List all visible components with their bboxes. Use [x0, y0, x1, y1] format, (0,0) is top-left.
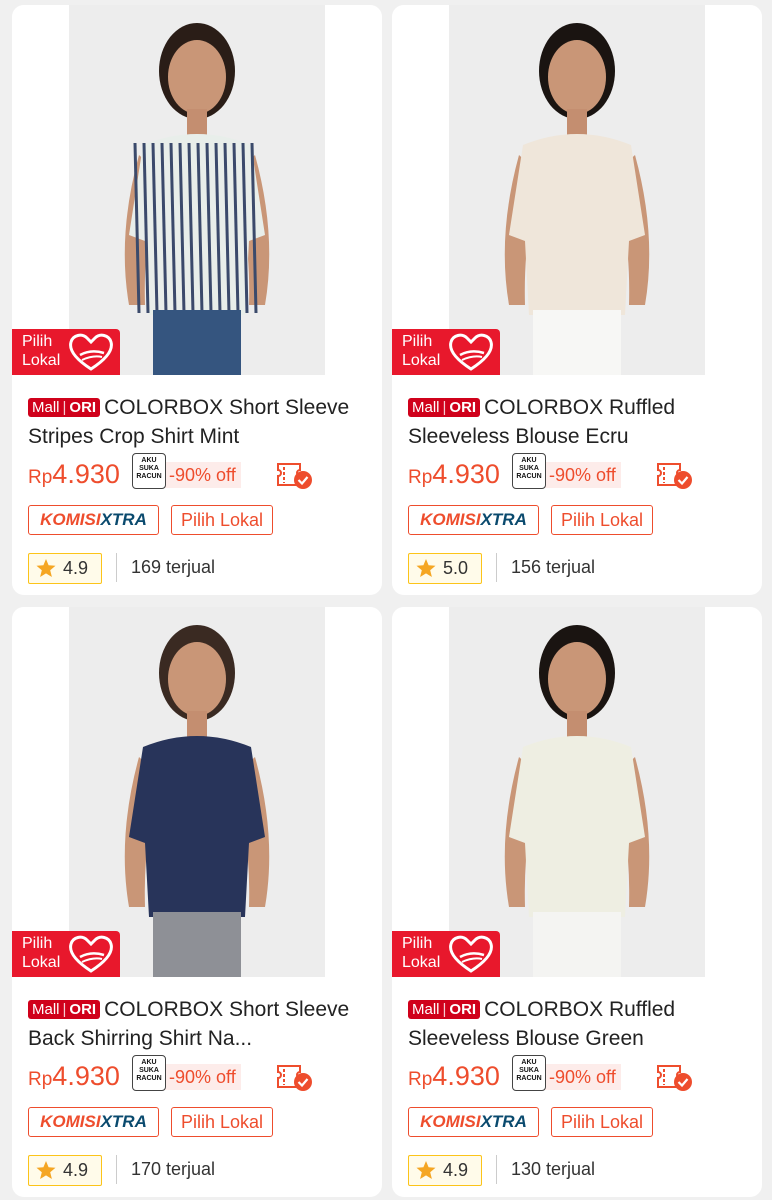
product-photo[interactable] [69, 607, 325, 977]
pilih-lokal-badge: Pilih Lokal [12, 329, 120, 375]
rating-value: 4.9 [443, 1160, 469, 1180]
rating-badge: 4.9 [408, 1155, 482, 1186]
sold-count: 130 terjual [496, 1155, 595, 1184]
product-title[interactable]: Mall | ORI COLORBOX Ruffled Sleeveless Blou… [408, 393, 748, 451]
product-image-area[interactable]: Pilih Lokal [392, 5, 762, 375]
sold-count: 169 terjual [116, 553, 215, 582]
sold-count: 156 terjual [496, 553, 595, 582]
komisi-xtra-tag: KOMISIXTRA [28, 505, 159, 535]
pilih-lokal-badge-text: Pilih Lokal [402, 333, 441, 369]
star-icon [416, 1161, 436, 1179]
rating-value: 5.0 [443, 558, 469, 578]
mall-label: Mall [32, 399, 60, 416]
product-image-area[interactable]: Pilih Lokal [12, 607, 382, 977]
pilih-lokal-badge-text: Pilih Lokal [22, 333, 61, 369]
voucher-icon [657, 463, 692, 489]
sold-count: 170 terjual [116, 1155, 215, 1184]
ori-label: ORI [449, 399, 477, 416]
product-price: Rp4.930 [28, 459, 120, 489]
ori-label: ORI [449, 1001, 477, 1018]
heart-icon [449, 935, 493, 973]
aku-suka-racun-badge: AKU SUKA RACUN [512, 1055, 546, 1091]
product-image-area[interactable]: Pilih Lokal [392, 607, 762, 977]
product-price: Rp4.930 [28, 1061, 120, 1091]
star-icon [36, 1161, 56, 1179]
pilih-lokal-badge: Pilih Lokal [392, 931, 500, 977]
voucher-icon [657, 1065, 692, 1091]
discount-badge: -90% off [164, 462, 241, 488]
heart-icon [69, 935, 113, 973]
pilih-lokal-tag: Pilih Lokal [171, 505, 274, 535]
mall-label: Mall [32, 1001, 60, 1018]
pilih-lokal-tag: Pilih Lokal [551, 505, 654, 535]
star-icon [36, 559, 56, 577]
price-row: Rp4.930 -90% off AKU SUKA RACUN [408, 453, 752, 493]
discount-badge: -90% off [544, 462, 621, 488]
mall-ori-tag: Mall | ORI [408, 1000, 481, 1019]
pilih-lokal-badge-text: Pilih Lokal [402, 935, 441, 971]
rating-badge: 4.9 [28, 1155, 102, 1186]
voucher-icon [277, 1065, 312, 1091]
mall-ori-tag: Mall | ORI [408, 398, 481, 417]
discount-badge: -90% off [544, 1064, 621, 1090]
product-card[interactable]: Pilih Lokal Mall | ORI COLORBOX Ruffled Sle… [392, 607, 762, 1197]
mall-ori-tag: Mall | ORI [28, 398, 101, 417]
discount-badge: -90% off [164, 1064, 241, 1090]
komisi-xtra-tag: KOMISIXTRA [408, 1107, 539, 1137]
aku-suka-racun-badge: AKU SUKA RACUN [132, 1055, 166, 1091]
aku-suka-racun-badge: AKU SUKA RACUN [132, 453, 166, 489]
komisi-xtra-tag: KOMISIXTRA [28, 1107, 159, 1137]
pilih-lokal-badge: Pilih Lokal [392, 329, 500, 375]
rating-badge: 5.0 [408, 553, 482, 584]
pilih-lokal-tag: Pilih Lokal [171, 1107, 274, 1137]
pilih-lokal-badge-text: Pilih Lokal [22, 935, 61, 971]
voucher-icon [277, 463, 312, 489]
aku-suka-racun-badge: AKU SUKA RACUN [512, 453, 546, 489]
ori-label: ORI [69, 399, 97, 416]
product-title[interactable]: Mall | ORI COLORBOX Short Sleeve Back Shirr… [28, 995, 368, 1053]
product-title[interactable]: Mall | ORI COLORBOX Ruffled Sleeveless Blou… [408, 995, 748, 1053]
product-photo[interactable] [449, 607, 705, 977]
product-price: Rp4.930 [408, 459, 500, 489]
product-card[interactable]: Pilih Lokal Mall | ORI COLORBOX Short Sleev… [12, 5, 382, 595]
rating-badge: 4.9 [28, 553, 102, 584]
komisi-xtra-tag: KOMISIXTRA [408, 505, 539, 535]
product-image-area[interactable]: Pilih Lokal [12, 5, 382, 375]
pilih-lokal-badge: Pilih Lokal [12, 931, 120, 977]
product-card[interactable]: Pilih Lokal Mall | ORI COLORBOX Short Sleev… [12, 607, 382, 1197]
mall-ori-tag: Mall | ORI [28, 1000, 101, 1019]
ori-label: ORI [69, 1001, 97, 1018]
heart-icon [69, 333, 113, 371]
star-icon [416, 559, 436, 577]
price-row: Rp4.930 -90% off AKU SUKA RACUN [28, 1055, 372, 1095]
product-card[interactable]: Pilih Lokal Mall | ORI COLORBOX Ruffled Sle… [392, 5, 762, 595]
price-row: Rp4.930 -90% off AKU SUKA RACUN [408, 1055, 752, 1095]
heart-icon [449, 333, 493, 371]
product-price: Rp4.930 [408, 1061, 500, 1091]
pilih-lokal-tag: Pilih Lokal [551, 1107, 654, 1137]
rating-value: 4.9 [63, 1160, 89, 1180]
product-photo[interactable] [449, 5, 705, 375]
product-photo[interactable] [69, 5, 325, 375]
mall-label: Mall [412, 1001, 440, 1018]
product-title[interactable]: Mall | ORI COLORBOX Short Sleeve Stripes Cr… [28, 393, 368, 451]
mall-label: Mall [412, 399, 440, 416]
price-row: Rp4.930 -90% off AKU SUKA RACUN [28, 453, 372, 493]
rating-value: 4.9 [63, 558, 89, 578]
